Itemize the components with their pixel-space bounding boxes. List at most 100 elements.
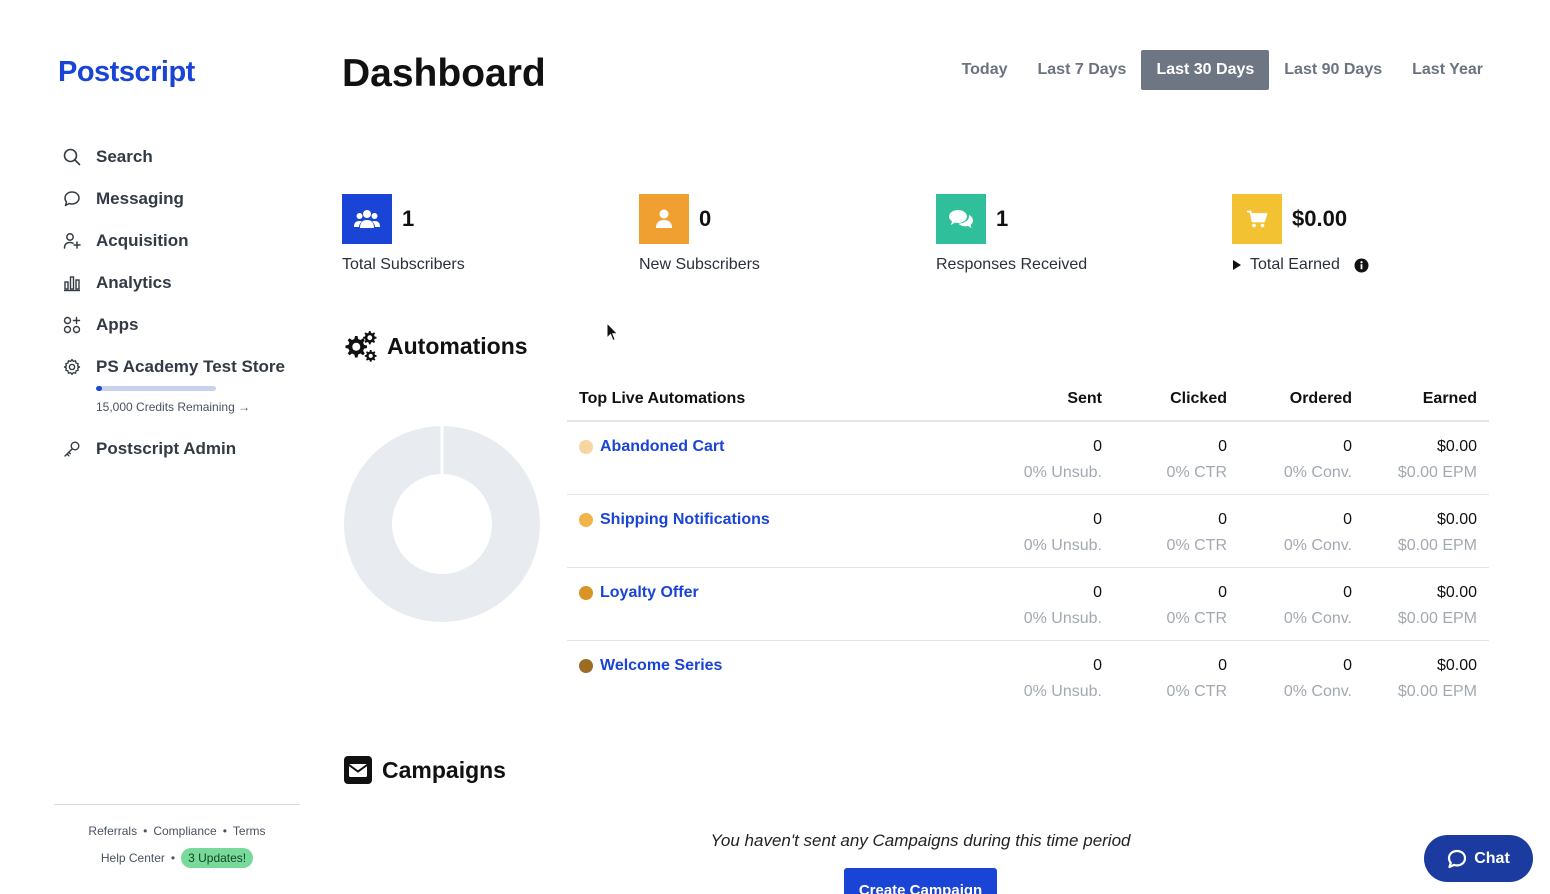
conversion-rate: 0% Conv.	[1283, 610, 1352, 627]
automation-link[interactable]: Loyalty Offer	[600, 584, 699, 602]
credits-remaining[interactable]: 15,000 Credits Remaining →	[96, 386, 300, 414]
campaigns-heading: Campaigns	[344, 756, 506, 784]
postscript-logo[interactable]: Postscript	[58, 56, 195, 89]
tab-last-7-days[interactable]: Last 7 Days	[1023, 50, 1142, 90]
sidebar-item-analytics[interactable]: Analytics	[62, 262, 300, 304]
page-title: Dashboard	[342, 52, 546, 95]
users-icon	[342, 194, 392, 244]
earned-value: $0.00	[1436, 657, 1477, 674]
updates-badge[interactable]: 3 Updates!	[181, 848, 254, 868]
ordered-value: 0	[1343, 657, 1352, 674]
conversion-rate: 0% Conv.	[1283, 537, 1352, 554]
sidebar-divider	[54, 804, 300, 805]
column-header-earned: Earned	[1422, 390, 1477, 407]
ctr-rate: 0% CTR	[1166, 537, 1227, 554]
gear-icon	[62, 357, 82, 377]
unsub-rate: 0% Unsub.	[1023, 464, 1102, 481]
table-body: Abandoned Cart 0 0% Unsub. 0 0% CTR 0 0% Co…	[567, 422, 1489, 714]
stat-label: Total Earned	[1250, 256, 1340, 273]
compliance-link[interactable]: Compliance	[153, 824, 216, 838]
unsub-rate: 0% Unsub.	[1023, 683, 1102, 700]
chat-button[interactable]: Chat	[1424, 835, 1533, 882]
automations-donut-chart	[344, 426, 540, 622]
chat-icon	[1448, 849, 1467, 868]
ordered-value: 0	[1343, 511, 1352, 528]
sidebar-item-label: Search	[96, 147, 153, 166]
terms-link[interactable]: Terms	[233, 824, 266, 838]
column-header-sent: Sent	[1067, 390, 1102, 407]
envelope-icon	[344, 756, 372, 784]
sidebar-item-apps[interactable]: Apps	[62, 304, 300, 346]
tab-last-year[interactable]: Last Year	[1397, 50, 1498, 90]
sidebar-item-label: Apps	[96, 315, 139, 334]
table-row: Loyalty Offer 0 0% Unsub. 0 0% CTR 0 0% Con…	[567, 568, 1489, 641]
sent-value: 0	[1093, 657, 1102, 674]
separator-dot: •	[222, 824, 227, 838]
caret-right-icon	[1233, 260, 1241, 270]
stat-value: 1	[402, 206, 415, 231]
ctr-rate: 0% CTR	[1166, 610, 1227, 627]
date-range-tabs: Today Last 7 Days Last 30 Days Last 90 D…	[947, 50, 1498, 90]
bar-chart-icon	[62, 273, 82, 293]
table-row: Shipping Notifications 0 0% Unsub. 0 0% CT…	[567, 495, 1489, 568]
info-icon[interactable]	[1354, 258, 1369, 273]
clicked-value: 0	[1218, 657, 1227, 674]
top-live-automations-table: Top Live Automations Sent Clicked Ordere…	[567, 378, 1489, 714]
sidebar-item-acquisition[interactable]: Acquisition	[62, 220, 300, 262]
sidebar-item-store-settings[interactable]: PS Academy Test Store	[62, 346, 300, 388]
credits-text: 15,000 Credits Remaining →	[96, 400, 251, 414]
sidebar-item-messaging[interactable]: Messaging	[62, 178, 300, 220]
conversion-rate: 0% Conv.	[1283, 683, 1352, 700]
tab-today[interactable]: Today	[947, 50, 1023, 90]
unsub-rate: 0% Unsub.	[1023, 537, 1102, 554]
automation-link[interactable]: Shipping Notifications	[600, 511, 770, 529]
clicked-value: 0	[1218, 584, 1227, 601]
automation-link[interactable]: Abandoned Cart	[600, 438, 724, 456]
sidebar-item-label: Acquisition	[96, 231, 189, 250]
earned-value: $0.00	[1436, 584, 1477, 601]
stat-value: 1	[996, 206, 1009, 231]
search-icon	[62, 147, 82, 167]
stat-responses-received: 1 Responses Received	[936, 194, 1087, 274]
automations-heading: Automations	[342, 330, 528, 362]
stat-label: Responses Received	[936, 256, 1088, 273]
separator-dot: •	[143, 824, 148, 838]
comments-icon	[936, 194, 986, 244]
help-center-link[interactable]: Help Center	[101, 851, 165, 865]
referrals-link[interactable]: Referrals	[88, 824, 137, 838]
epm-value: $0.00 EPM	[1397, 683, 1477, 700]
chat-label: Chat	[1474, 849, 1510, 867]
automation-color-dot	[579, 513, 593, 527]
add-user-icon	[62, 231, 82, 251]
sidebar-item-label: Messaging	[96, 189, 184, 208]
ordered-value: 0	[1343, 438, 1352, 455]
epm-value: $0.00 EPM	[1397, 610, 1477, 627]
conversion-rate: 0% Conv.	[1283, 464, 1352, 481]
stat-total-subscribers: 1 Total Subscribers	[342, 194, 465, 274]
create-campaign-button[interactable]: Create Campaign	[844, 868, 997, 894]
table-row: Welcome Series 0 0% Unsub. 0 0% CTR 0 0% Co…	[567, 641, 1489, 714]
epm-value: $0.00 EPM	[1397, 537, 1477, 554]
sent-value: 0	[1093, 511, 1102, 528]
unsub-rate: 0% Unsub.	[1023, 610, 1102, 627]
ordered-value: 0	[1343, 584, 1352, 601]
sidebar-item-postscript-admin[interactable]: Postscript Admin	[62, 428, 300, 470]
separator-dot: •	[170, 851, 176, 865]
clicked-value: 0	[1218, 438, 1227, 455]
tab-last-30-days[interactable]: Last 30 Days	[1141, 50, 1270, 90]
tab-last-90-days[interactable]: Last 90 Days	[1269, 50, 1397, 90]
stat-total-earned: $0.00 Total Earned	[1232, 194, 1369, 274]
sidebar-item-label: Analytics	[96, 273, 172, 292]
cart-icon	[1232, 194, 1282, 244]
total-earned-toggle[interactable]: Total Earned	[1232, 256, 1369, 274]
stat-label: Total Subscribers	[342, 256, 465, 273]
sidebar-item-label: Postscript Admin	[96, 439, 237, 458]
column-header-clicked: Clicked	[1170, 390, 1227, 407]
apps-grid-icon	[62, 315, 82, 335]
table-header: Top Live Automations Sent Clicked Ordere…	[567, 378, 1489, 422]
ctr-rate: 0% CTR	[1166, 464, 1227, 481]
automation-color-dot	[579, 659, 593, 673]
sidebar-item-search[interactable]: Search	[62, 136, 300, 178]
clicked-value: 0	[1218, 511, 1227, 528]
automation-link[interactable]: Welcome Series	[600, 657, 722, 675]
